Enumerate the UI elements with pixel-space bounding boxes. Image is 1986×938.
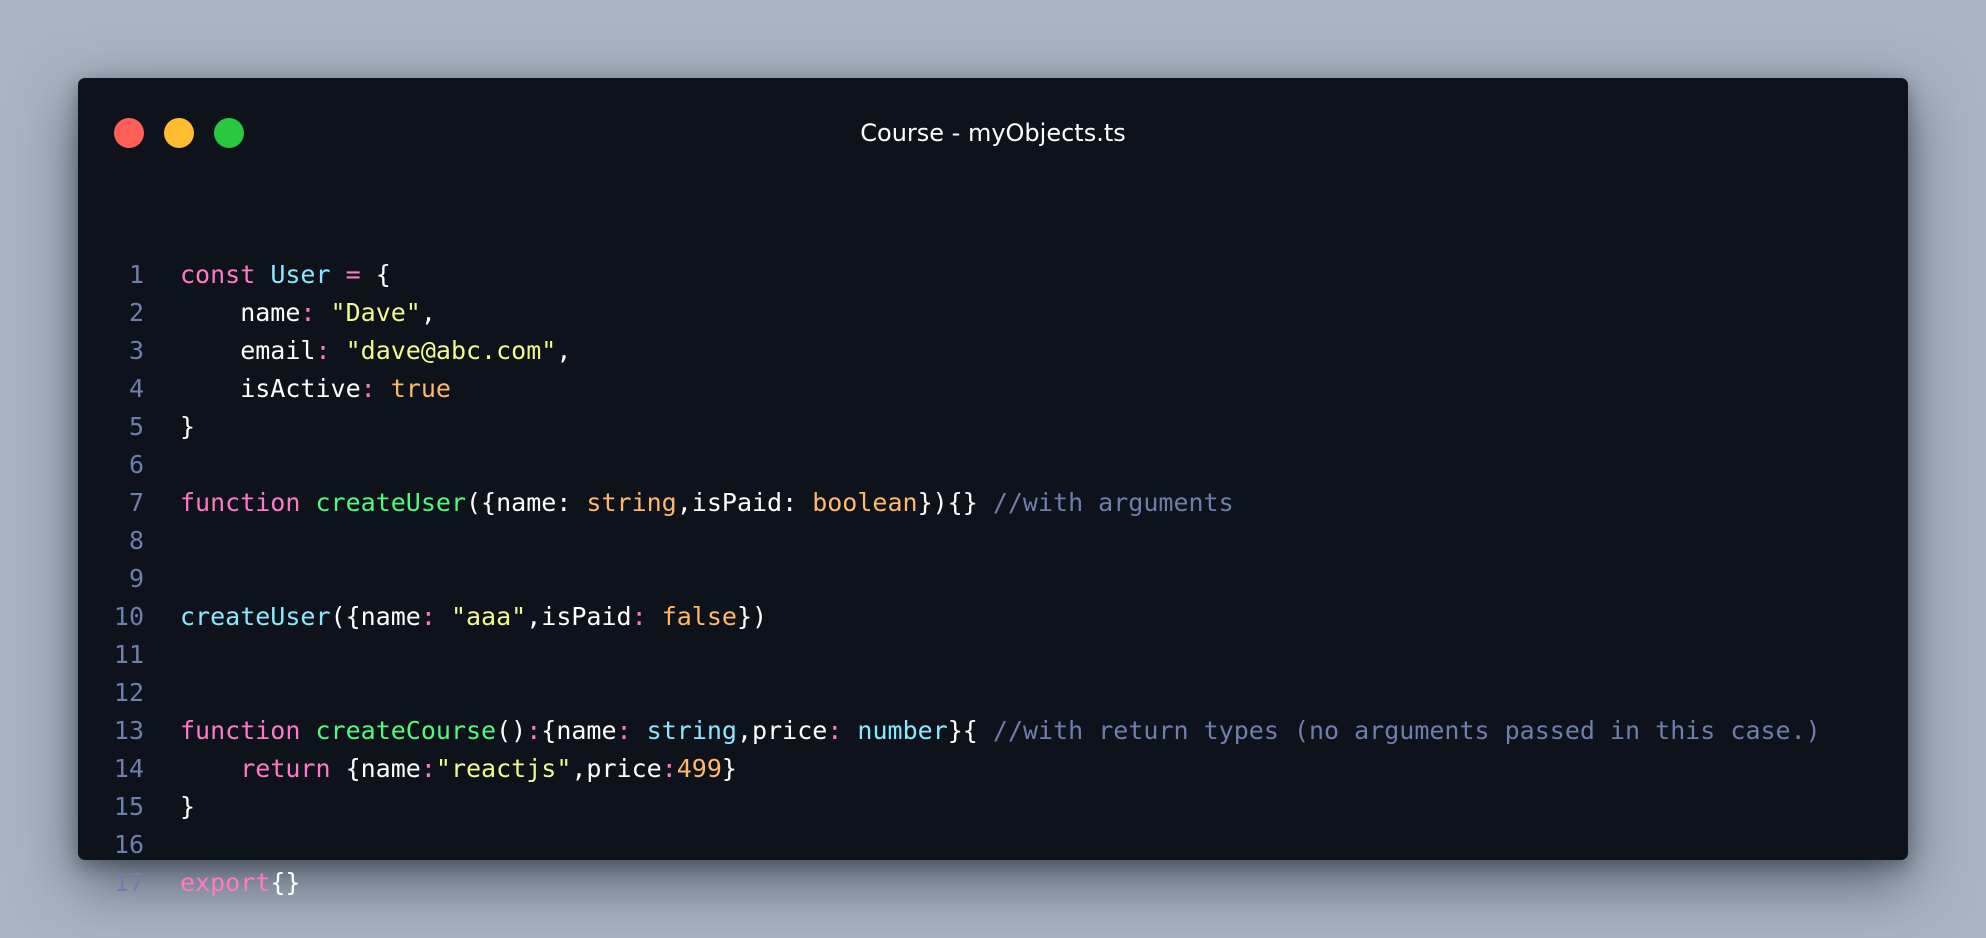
code-token: , (556, 336, 572, 365)
code-token: ,isPaid: (676, 488, 813, 517)
line-number: 13 (113, 716, 144, 745)
code-text: function createUser({name: string,isPaid… (180, 484, 1234, 522)
code-token: true (390, 374, 451, 403)
code-token: string (646, 716, 737, 745)
line-number: 12 (113, 678, 144, 707)
line-number: 17 (113, 868, 144, 897)
line-number: 11 (113, 640, 144, 669)
code-token: { (360, 260, 391, 289)
code-token: ,price (736, 716, 828, 745)
code-text: } (180, 408, 195, 446)
code-token: const (180, 260, 256, 289)
code-token: : (661, 754, 677, 783)
code-token: : (300, 298, 316, 327)
code-text: name: "Dave", (180, 294, 436, 332)
code-text: } (180, 788, 195, 826)
code-token: {} (270, 868, 301, 897)
code-token: () (496, 716, 527, 745)
line-number: 14 (113, 754, 144, 783)
code-token: "aaa" (450, 602, 527, 631)
code-token: {name (330, 754, 421, 783)
line-number: 4 (128, 374, 144, 403)
code-token: return (240, 754, 331, 783)
line-number: 8 (128, 526, 144, 555)
code-token: ,price (571, 754, 662, 783)
code-window: Course - myObjects.ts 1 const User = {2 n… (78, 78, 1908, 897)
line-number: 1 (128, 260, 144, 289)
line-number: 2 (128, 298, 144, 327)
code-text: return {name:"reactjs",price:499} (180, 750, 737, 788)
code-token: : (315, 336, 331, 365)
code-token: createCourse (315, 716, 497, 745)
code-token: }){} (917, 488, 993, 517)
code-token: //with arguments (992, 488, 1234, 517)
code-token: boolean (812, 488, 918, 517)
code-token: number (857, 716, 948, 745)
line-number: 15 (113, 792, 144, 821)
code-text: createUser({name: "aaa",isPaid: false}) (180, 598, 767, 636)
code-text: email: "dave@abc.com", (180, 332, 571, 370)
line-number: 6 (128, 450, 144, 479)
code-text: export{} (180, 864, 300, 902)
code-token: = (345, 260, 361, 289)
code-token: : (616, 716, 632, 745)
code-token: ({name (330, 602, 421, 631)
code-token: "dave@abc.com" (345, 336, 557, 365)
code-token: User (270, 260, 331, 289)
code-token: : (360, 374, 376, 403)
line-number: 7 (128, 488, 144, 517)
line-number: 9 (128, 564, 144, 593)
code-token: //with return types (no arguments passed… (992, 716, 1821, 745)
code-token: ({name: (466, 488, 587, 517)
code-token: : (420, 602, 436, 631)
code-token: string (586, 488, 677, 517)
code-token: , (420, 298, 436, 327)
code-token: : (526, 716, 542, 745)
code-token: function (180, 716, 301, 745)
code-token: "Dave" (330, 298, 421, 327)
code-token: false (661, 602, 737, 631)
title-bar: Course - myObjects.ts (78, 78, 1908, 188)
code-token: {name (541, 716, 617, 745)
code-token: }) (736, 602, 768, 631)
code-token: export (180, 868, 271, 897)
code-token: email (180, 336, 316, 365)
line-number: 16 (113, 830, 144, 859)
code-text: const User = { (180, 256, 391, 294)
code-token: function (180, 488, 301, 517)
line-number: 10 (113, 602, 144, 631)
code-token: "reactjs" (435, 754, 572, 783)
code-token: : (420, 754, 436, 783)
code-token: } (180, 792, 196, 821)
window-title: Course - myObjects.ts (860, 119, 1126, 147)
code-token: : (827, 716, 843, 745)
code-text: function createCourse():{name: string,pr… (180, 712, 1821, 750)
code-token: : (631, 602, 647, 631)
line-number: 3 (128, 336, 144, 365)
line-number: 5 (128, 412, 144, 441)
code-token: } (721, 754, 737, 783)
code-token: createUser (315, 488, 466, 517)
code-token: } (180, 412, 196, 441)
code-token: ,isPaid (526, 602, 632, 631)
code-token: name (180, 298, 301, 327)
code-text: isActive: true (180, 370, 451, 408)
code-token: createUser (180, 602, 331, 631)
code-token: 499 (676, 754, 722, 783)
code-token: }{ (947, 716, 993, 745)
code-token: isActive (180, 374, 361, 403)
